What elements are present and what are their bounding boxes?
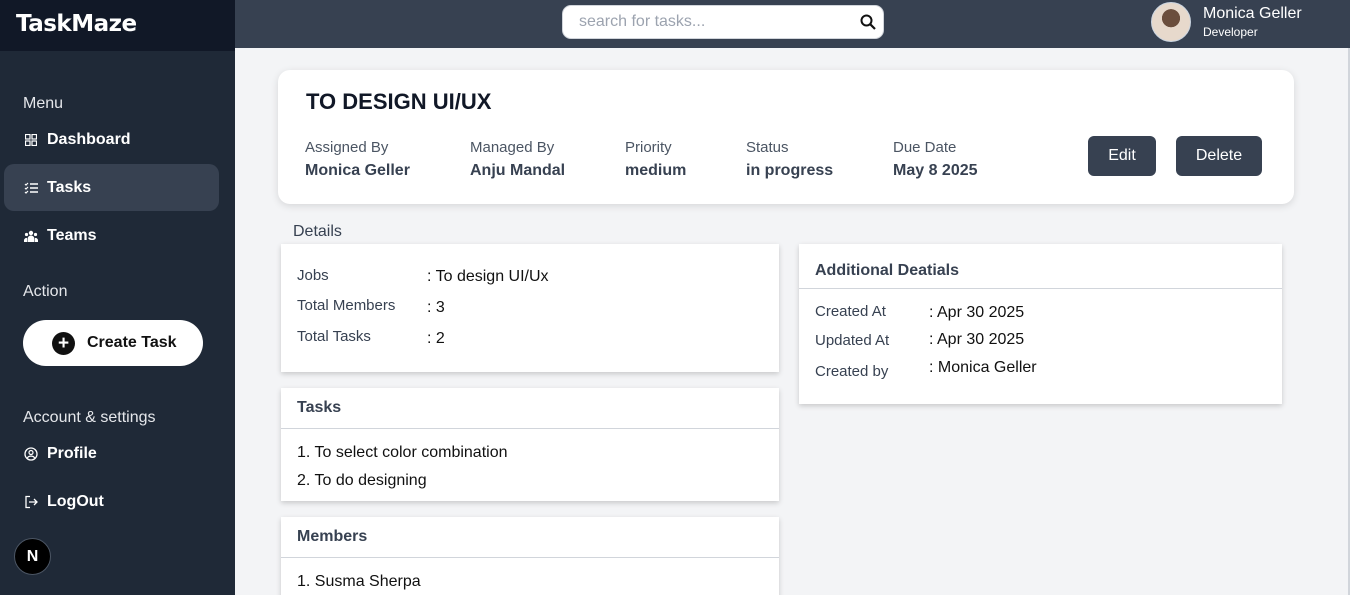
meta-status: Status in progress [746,139,833,180]
detail-key: Created At [815,303,886,320]
avatar [1151,2,1191,42]
tasks-list-icon [24,181,38,195]
list-item: 1. Susma Sherpa [297,573,421,590]
edit-button[interactable]: Edit [1088,136,1156,176]
additional-row-created-by: Created by : Monica Geller [815,359,1037,380]
additional-details-card: Additional Deatials Created At : Apr 30 … [799,244,1282,404]
nextjs-badge[interactable]: N [14,538,51,575]
detail-key: Created by [815,363,889,380]
additional-row-updated-at: Updated At : Apr 30 2025 [815,331,1025,349]
meta-label: Status [746,139,789,156]
sidebar-item-dashboard[interactable]: Dashboard [4,116,219,163]
detail-value: : 3 [427,299,445,316]
sidebar-item-tasks[interactable]: Tasks [4,164,219,211]
details-row-jobs: Jobs : To design UI/Ux [297,267,549,286]
menu-section-label: Menu [23,95,64,112]
details-row-tasks: Total Tasks : 2 [297,328,445,348]
account-section-label: Account & settings [23,409,156,426]
task-header-card: TO DESIGN UI/UX Assigned By Monica Gelle… [278,70,1294,204]
sidebar-item-label: Dashboard [47,130,131,148]
logout-icon [24,495,38,509]
search-input[interactable] [563,6,853,38]
user-menu[interactable]: Monica Geller Developer [1151,2,1302,42]
user-name: Monica Geller [1203,5,1302,22]
detail-key: Updated At [815,332,890,349]
details-card: Jobs : To design UI/Ux Total Members : 3… [281,244,779,372]
detail-key: Total Members [297,297,396,314]
teams-icon [24,229,38,243]
meta-due-date: Due Date May 8 2025 [893,139,978,180]
members-card: Members 1. Susma Sherpa [281,517,779,595]
top-bar: Monica Geller Developer [235,0,1350,48]
tasks-card-title: Tasks [281,388,779,429]
sidebar-item-profile[interactable]: Profile [4,430,219,477]
meta-value: Monica Geller [305,162,410,179]
delete-button[interactable]: Delete [1176,136,1262,176]
list-item: 2. To do designing [297,472,427,489]
details-section-label: Details [293,223,342,240]
action-section-label: Action [23,283,68,300]
dashboard-icon [24,133,38,147]
detail-value: : Monica Geller [929,359,1037,376]
list-item: 1. To select color combination [297,444,508,461]
meta-value: in progress [746,162,834,179]
meta-label: Managed By [470,139,555,156]
sidebar-item-label: LogOut [47,492,104,510]
search-icon[interactable] [853,14,883,30]
create-task-label: Create Task [87,334,177,351]
meta-priority: Priority medium [625,139,686,180]
meta-value: Anju Mandal [470,162,566,179]
detail-key: Total Tasks [297,328,371,345]
additional-row-created-at: Created At : Apr 30 2025 [815,303,1024,322]
create-task-button[interactable]: + Create Task [23,320,203,366]
brand-logo: TaskMaze [0,0,235,51]
meta-value: medium [625,162,687,179]
meta-managed-by: Managed By Anju Mandal [470,139,565,180]
detail-value: : Apr 30 2025 [929,331,1025,348]
members-card-title: Members [281,517,779,558]
plus-circle-icon: + [52,331,75,355]
detail-value: : To design UI/Ux [427,268,549,285]
sidebar-item-teams[interactable]: Teams [4,212,219,259]
detail-key: Jobs [297,267,329,284]
sidebar-item-label: Profile [47,444,97,462]
sidebar-item-label: Teams [47,226,97,244]
detail-value: : 2 [427,330,445,347]
meta-label: Assigned By [305,139,389,156]
meta-value: May 8 2025 [893,162,978,179]
page-title: TO DESIGN UI/UX [306,89,492,114]
additional-card-title: Additional Deatials [799,244,1282,289]
sidebar-item-logout[interactable]: LogOut [4,478,219,525]
meta-label: Priority [625,139,672,156]
meta-assigned-by: Assigned By Monica Geller [305,139,410,180]
user-role: Developer [1203,25,1258,39]
sidebar: TaskMaze Menu Dashboard Tasks Teams Acti… [0,0,235,595]
profile-icon [24,446,38,461]
tasks-card: Tasks 1. To select color combination 2. … [281,388,779,501]
search-box [562,5,884,39]
details-row-members: Total Members : 3 [297,297,445,317]
sidebar-item-label: Tasks [47,178,92,196]
detail-value: : Apr 30 2025 [929,304,1025,321]
meta-label: Due Date [893,139,957,156]
